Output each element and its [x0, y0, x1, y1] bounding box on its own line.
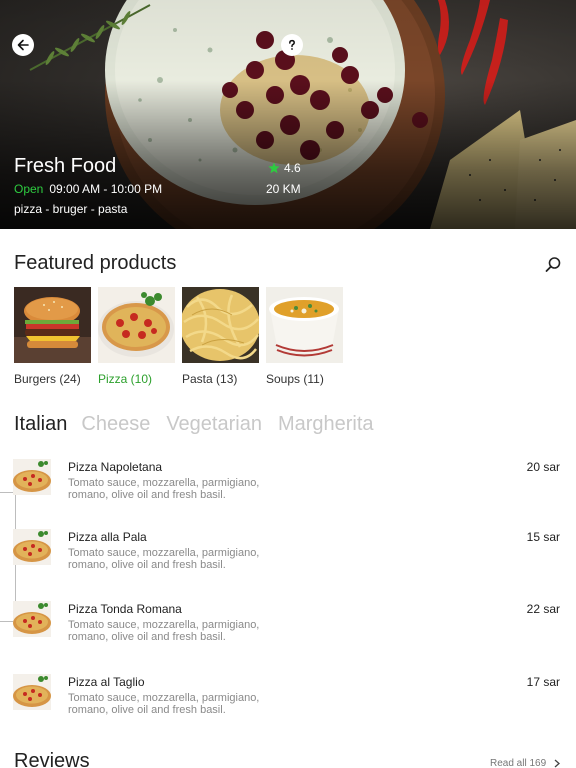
- store-hours: Open 09:00 AM - 10:00 PM: [14, 182, 162, 196]
- open-status: Open: [14, 182, 44, 196]
- item-description: Tomato sauce, mozzarella, parmigiano, ro…: [68, 547, 260, 571]
- item-price: 15 sar: [526, 530, 560, 544]
- tab-margherita[interactable]: Margherita: [278, 413, 374, 436]
- item-name: Pizza al Taglio: [68, 675, 145, 689]
- pasta-photo: [182, 287, 259, 363]
- read-all-label: Read all 169: [490, 758, 547, 768]
- star-icon: [268, 162, 280, 174]
- opening-hours: 09:00 AM - 10:00 PM: [49, 182, 163, 196]
- item-name: Pizza alla Pala: [68, 530, 147, 544]
- category-label: Soups (11): [266, 372, 324, 386]
- category-pizza[interactable]: Pizza (10): [98, 287, 175, 386]
- store-tags: pizza - bruger - pasta: [14, 202, 128, 216]
- read-all-reviews-link[interactable]: Read all 169: [490, 758, 561, 768]
- pizza-thumbnail: [13, 674, 51, 710]
- item-description: Tomato sauce, mozzarella, parmigiano, ro…: [68, 692, 260, 716]
- pizza-thumbnail: [13, 601, 51, 637]
- store-hero: Fresh Food Open 09:00 AM - 10:00 PM pizza…: [0, 0, 576, 229]
- pizza-thumbnail: [13, 459, 51, 495]
- menu-tabs: Italian Cheese Vegetarian Margherita: [14, 413, 390, 436]
- item-name: Pizza Napoletana: [68, 460, 163, 474]
- item-price: 20 sar: [526, 460, 560, 474]
- help-button[interactable]: [281, 34, 303, 56]
- category-label: Burgers (24): [14, 372, 81, 386]
- menu-item[interactable]: Pizza Tonda Romana 22 sar Tomato sauce, …: [0, 601, 576, 661]
- item-description: Tomato sauce, mozzarella, parmigiano, ro…: [68, 477, 260, 501]
- menu-item[interactable]: Pizza alla Pala 15 sar Tomato sauce, moz…: [0, 529, 576, 589]
- tab-vegetarian[interactable]: Vegetarian: [166, 413, 262, 436]
- store-name: Fresh Food: [14, 155, 117, 177]
- tab-italian[interactable]: Italian: [14, 413, 67, 436]
- store-rating: 4.6: [268, 161, 301, 175]
- menu-item[interactable]: Pizza Napoletana 20 sar Tomato sauce, mo…: [0, 459, 576, 519]
- category-label: Pasta (13): [182, 372, 238, 386]
- item-description: Tomato sauce, mozzarella, parmigiano, ro…: [68, 619, 260, 643]
- category-label: Pizza (10): [98, 372, 153, 386]
- store-distance: 20 KM: [266, 182, 301, 196]
- category-soups[interactable]: Soups (11): [266, 287, 343, 386]
- featured-products-title: Featured products: [14, 252, 177, 274]
- pizza-thumbnail: [13, 529, 51, 565]
- back-arrow-icon: [17, 39, 29, 51]
- tab-cheese[interactable]: Cheese: [81, 413, 150, 436]
- rating-value: 4.6: [284, 161, 301, 175]
- pizza-photo: [98, 287, 175, 363]
- chevron-right-icon: [554, 759, 561, 768]
- item-price: 22 sar: [526, 602, 560, 616]
- menu-item[interactable]: Pizza al Taglio 17 sar Tomato sauce, moz…: [0, 674, 576, 734]
- help-icon: [289, 39, 295, 50]
- soup-photo: [266, 287, 343, 363]
- back-button[interactable]: [12, 34, 34, 56]
- item-price: 17 sar: [526, 675, 560, 689]
- item-name: Pizza Tonda Romana: [68, 602, 182, 616]
- category-pasta[interactable]: Pasta (13): [182, 287, 259, 386]
- search-button[interactable]: [544, 256, 562, 274]
- burger-photo: [14, 287, 91, 363]
- search-icon: [545, 257, 561, 272]
- category-burgers[interactable]: Burgers (24): [14, 287, 91, 386]
- reviews-title: Reviews: [14, 750, 90, 768]
